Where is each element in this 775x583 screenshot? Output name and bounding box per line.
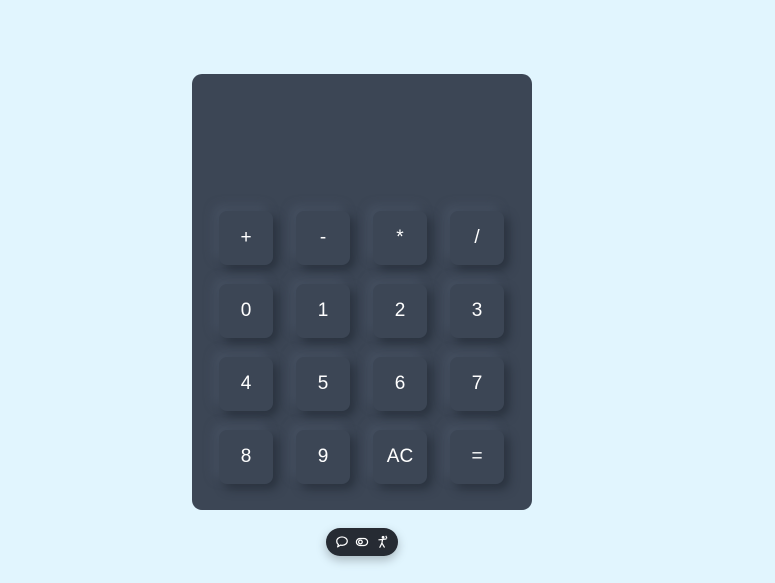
digit-5-button[interactable]: 5 (296, 357, 350, 411)
floating-toolbar (326, 528, 398, 556)
view-toggle-button[interactable] (354, 534, 370, 550)
digit-7-button[interactable]: 7 (450, 357, 504, 411)
multiply-button[interactable]: * (373, 211, 427, 265)
digit-0-button[interactable]: 0 (219, 284, 273, 338)
add-button[interactable]: + (219, 211, 273, 265)
equals-button[interactable]: = (450, 430, 504, 484)
digit-3-button[interactable]: 3 (450, 284, 504, 338)
eye-icon (355, 537, 369, 547)
digit-8-button[interactable]: 8 (219, 430, 273, 484)
keypad: + - * / 0 1 2 3 4 5 6 7 8 9 AC = (219, 211, 505, 484)
subtract-button[interactable]: - (296, 211, 350, 265)
divide-button[interactable]: / (450, 211, 504, 265)
all-clear-button[interactable]: AC (373, 430, 427, 484)
calculator-display (192, 74, 532, 204)
accessibility-button[interactable] (374, 534, 390, 550)
digit-1-button[interactable]: 1 (296, 284, 350, 338)
accessibility-icon (378, 535, 388, 548)
digit-2-button[interactable]: 2 (373, 284, 427, 338)
digit-9-button[interactable]: 9 (296, 430, 350, 484)
comment-button[interactable] (334, 534, 350, 550)
calculator: + - * / 0 1 2 3 4 5 6 7 8 9 AC = (192, 74, 532, 510)
digit-6-button[interactable]: 6 (373, 357, 427, 411)
digit-4-button[interactable]: 4 (219, 357, 273, 411)
comment-icon (336, 536, 348, 548)
